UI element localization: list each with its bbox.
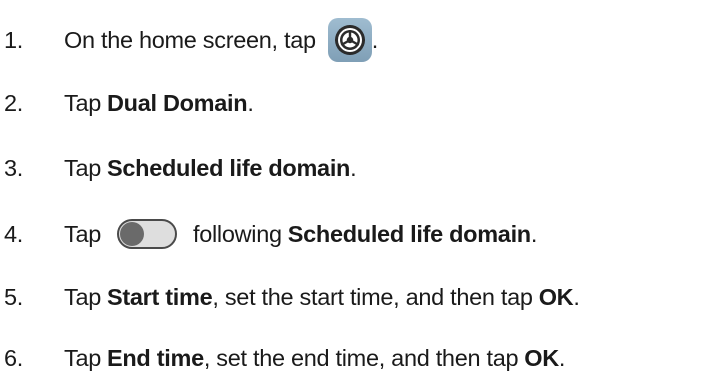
step-text-middle: following <box>193 220 282 247</box>
step-4: 4. Tap following Scheduled life domain . <box>0 209 719 259</box>
step-number: 2. <box>4 89 23 116</box>
step-text-end: . <box>558 344 566 371</box>
step-number: 3. <box>4 154 23 181</box>
step-number: 6. <box>4 344 23 371</box>
step-text-end: . <box>573 283 580 310</box>
ui-term-ok: OK <box>538 283 574 310</box>
step-text-end: . <box>371 26 379 53</box>
step-text: Tap <box>64 154 101 181</box>
step-3: 3. Tap Scheduled life domain . <box>0 143 719 193</box>
ui-term-ok: OK <box>524 344 559 371</box>
step-text-end: . <box>530 220 538 247</box>
step-2: 2. Tap Dual Domain . <box>0 78 719 128</box>
ui-term-scheduled-life-domain: Scheduled life domain <box>107 154 351 181</box>
settings-gear-icon <box>327 18 372 62</box>
step-number: 4. <box>4 220 23 247</box>
step-text-end: . <box>247 89 254 116</box>
ui-term-scheduled-life-domain: Scheduled life domain <box>287 220 531 247</box>
step-text-middle: , set the start time, and then tap <box>212 283 533 310</box>
ui-term-start-time: Start time <box>107 283 213 310</box>
step-text: On the home screen, tap <box>64 26 316 53</box>
step-text: Tap <box>64 344 101 371</box>
step-text: Tap <box>64 220 101 247</box>
toggle-knob <box>120 222 144 246</box>
step-text: Tap <box>64 89 101 116</box>
ui-term-dual-domain: Dual Domain <box>107 89 248 116</box>
step-number: 5. <box>4 283 23 310</box>
step-6: 6. Tap End time , set the end time, and … <box>0 333 719 383</box>
step-text-middle: , set the end time, and then tap <box>203 344 519 371</box>
toggle-switch-off-icon <box>117 219 177 249</box>
step-number: 1. <box>4 26 23 53</box>
instruction-steps: 1. On the home screen, tap . 2. Tap Dual… <box>0 0 719 383</box>
step-1: 1. On the home screen, tap . <box>0 15 719 65</box>
step-text-end: . <box>350 154 357 181</box>
step-text: Tap <box>64 283 101 310</box>
ui-term-end-time: End time <box>107 344 204 371</box>
step-5: 5. Tap Start time , set the start time, … <box>0 272 719 322</box>
